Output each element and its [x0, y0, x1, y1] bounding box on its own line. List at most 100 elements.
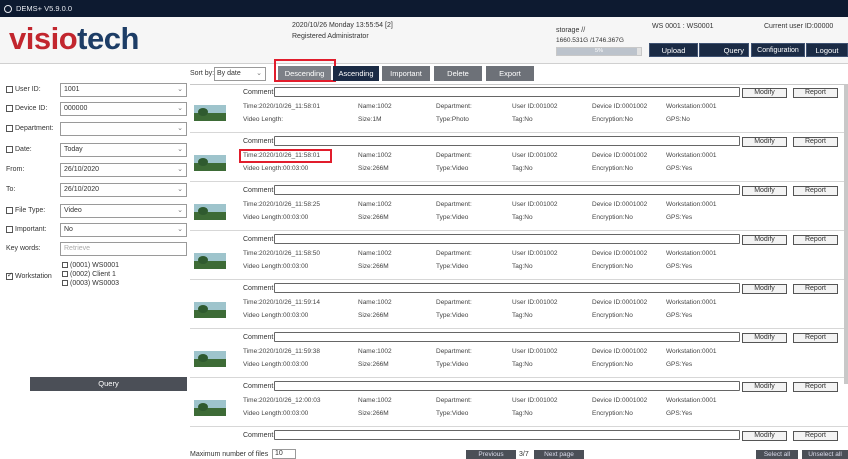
record-size: Size:266M — [358, 361, 389, 368]
report-button[interactable]: Report — [793, 431, 838, 441]
configuration-button[interactable]: Configuration — [751, 43, 805, 57]
unselect-all-button[interactable]: Unselect all — [802, 450, 848, 459]
video-thumbnail[interactable] — [194, 302, 226, 318]
chevron-down-icon: ⌄ — [177, 146, 183, 153]
modify-button[interactable]: Modify — [742, 431, 787, 441]
previous-button[interactable]: Previous — [466, 450, 516, 459]
max-files-select[interactable]: 10 — [272, 449, 296, 459]
record-row[interactable]: Comment: Modify Report Time:2020/10/26_11:5… — [190, 183, 848, 231]
video-thumbnail[interactable] — [194, 400, 226, 416]
modify-button[interactable]: Modify — [742, 137, 787, 147]
comment-input[interactable] — [274, 87, 740, 97]
user-id-checkbox[interactable] — [6, 86, 13, 93]
comment-label: Comment: — [243, 334, 276, 341]
comment-input[interactable] — [274, 185, 740, 195]
record-length: Video Length:00:03:00 — [243, 410, 309, 417]
record-device: Device ID:0001002 — [592, 299, 648, 306]
report-button[interactable]: Report — [793, 186, 838, 196]
record-ws: Workstation:0001 — [666, 152, 717, 159]
date-select[interactable]: Today ⌄ — [60, 143, 187, 157]
record-dept: Department: — [436, 201, 472, 208]
app-title: DEMS+ V5.9.0.0 — [16, 4, 73, 13]
workstation-item[interactable]: (0002) Client 1 — [62, 270, 119, 279]
user-id-label: User ID: — [15, 86, 41, 93]
record-row[interactable]: Comment: Modify Report Time:2020/10/26_12:0… — [190, 379, 848, 427]
record-tag: Tag:No — [512, 410, 533, 417]
workstation-item-label: (0001) WS0001 — [70, 262, 120, 269]
comment-input[interactable] — [274, 283, 740, 293]
record-row[interactable]: Comment: Modify Report Time:2020/10/26_11:5… — [190, 232, 848, 280]
modify-button[interactable]: Modify — [742, 382, 787, 392]
video-thumbnail[interactable] — [194, 155, 226, 171]
from-date-picker[interactable]: 26/10/2020 ⌄ — [60, 163, 187, 177]
comment-input[interactable] — [274, 332, 740, 342]
device-id-checkbox[interactable] — [6, 105, 13, 112]
select-all-button[interactable]: Select all — [756, 450, 798, 459]
keywords-input[interactable]: Retrieve — [60, 242, 187, 256]
query-nav-button[interactable]: Query — [699, 43, 749, 57]
workstation-checkbox[interactable]: ✓ — [6, 272, 13, 280]
device-id-select[interactable]: 000000 ⌄ — [60, 102, 187, 116]
scrollbar[interactable] — [844, 84, 848, 384]
logo-part-tech: tech — [77, 21, 139, 56]
record-name: Name:1002 — [358, 103, 392, 110]
video-thumbnail[interactable] — [194, 351, 226, 367]
important-button[interactable]: Important — [382, 66, 430, 81]
record-row[interactable]: Comment: Modify Report Time:2020/10/26_11:5… — [190, 85, 848, 133]
upload-button[interactable]: Upload — [649, 43, 698, 57]
storage-value: 1660.531G /1746.367G — [556, 37, 624, 44]
date-value: Today — [64, 146, 83, 153]
record-name: Name:1002 — [358, 250, 392, 257]
record-user: User ID:001002 — [512, 397, 558, 404]
video-thumbnail[interactable] — [194, 105, 226, 121]
department-select[interactable]: ⌄ — [60, 122, 187, 136]
comment-input[interactable] — [274, 381, 740, 391]
query-button[interactable]: Query — [30, 377, 187, 391]
file-type-checkbox[interactable] — [6, 207, 13, 214]
date-checkbox[interactable] — [6, 146, 13, 153]
next-page-button[interactable]: Next page — [534, 450, 584, 459]
video-thumbnail[interactable] — [194, 253, 226, 269]
user-id-select[interactable]: 1001 ⌄ — [60, 83, 187, 97]
department-checkbox[interactable] — [6, 125, 13, 132]
workstation-item[interactable]: (0003) WS0003 — [62, 279, 119, 288]
comment-input[interactable] — [274, 430, 740, 440]
export-button[interactable]: Export — [486, 66, 534, 81]
report-button[interactable]: Report — [793, 137, 838, 147]
video-thumbnail[interactable] — [194, 204, 226, 220]
record-time: Time:2020/10/26_12:00:03 — [243, 397, 321, 404]
record-time: Time:2020/10/26_11:58:25 — [243, 201, 320, 208]
report-button[interactable]: Report — [793, 284, 838, 294]
footer: Maximum number of files 10 Previous 3/7 … — [190, 449, 848, 459]
modify-button[interactable]: Modify — [742, 333, 787, 343]
record-row[interactable]: Comment: Modify Report Time:2020/10/26_11:5… — [190, 330, 848, 378]
record-list: Comment: Modify Report Time:2020/10/26_11:5… — [190, 84, 848, 459]
file-type-select[interactable]: Video ⌄ — [60, 204, 187, 218]
ascending-button[interactable]: Ascending — [333, 66, 379, 81]
important-select[interactable]: No ⌄ — [60, 223, 187, 237]
record-gps: GPS:Yes — [666, 361, 693, 368]
report-button[interactable]: Report — [793, 235, 838, 245]
record-size: Size:266M — [358, 165, 389, 172]
workstation-item[interactable]: (0001) WS0001 — [62, 261, 119, 270]
modify-button[interactable]: Modify — [742, 235, 787, 245]
report-button[interactable]: Report — [793, 382, 838, 392]
logout-button[interactable]: Logout — [806, 43, 848, 57]
to-date-picker[interactable]: 26/10/2020 ⌄ — [60, 183, 187, 197]
modify-button[interactable]: Modify — [742, 88, 787, 98]
sort-select[interactable]: By date ⌄ — [214, 67, 266, 81]
modify-button[interactable]: Modify — [742, 186, 787, 196]
filter-device-id: Device ID: 000000 ⌄ — [0, 102, 190, 116]
record-row[interactable]: Comment: Modify Report Time:2020/10/26_11:5… — [190, 281, 848, 329]
comment-input[interactable] — [274, 136, 740, 146]
delete-button[interactable]: Delete — [434, 66, 482, 81]
important-checkbox[interactable] — [6, 226, 13, 233]
chevron-down-icon: ⌄ — [177, 86, 183, 93]
modify-button[interactable]: Modify — [742, 284, 787, 294]
report-button[interactable]: Report — [793, 333, 838, 343]
report-button[interactable]: Report — [793, 88, 838, 98]
chevron-down-icon: ⌄ — [177, 226, 183, 233]
record-type: Type:Video — [436, 410, 469, 417]
record-user: User ID:001002 — [512, 348, 558, 355]
comment-input[interactable] — [274, 234, 740, 244]
